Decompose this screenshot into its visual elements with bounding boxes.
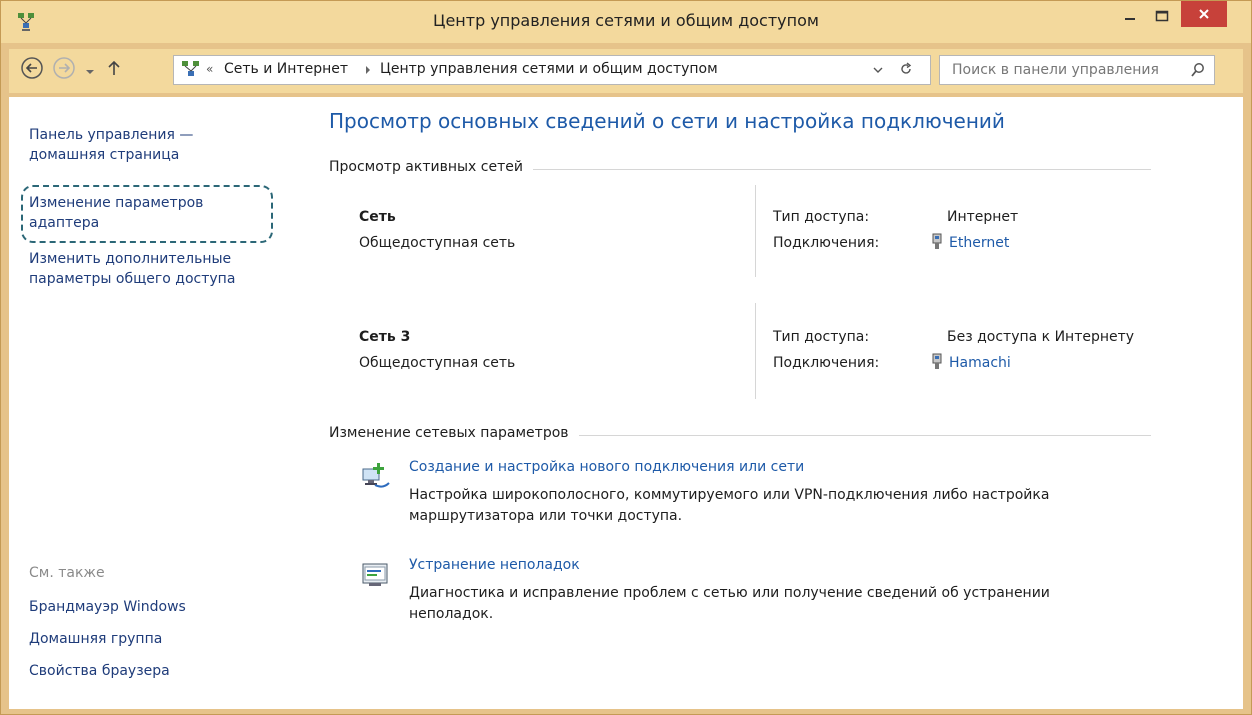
back-arrow-icon bbox=[20, 56, 44, 84]
task-description: Диагностика и исправление проблем с сеть… bbox=[409, 583, 1129, 625]
window-frame: Центр управления сетями и общим доступом bbox=[0, 0, 1252, 715]
page-title: Просмотр основных сведений о сети и наст… bbox=[329, 109, 1005, 133]
network-category: Общедоступная сеть bbox=[359, 355, 516, 371]
sidebar-link-firewall[interactable]: Брандмауэр Windows bbox=[29, 597, 186, 617]
up-button[interactable] bbox=[103, 57, 125, 83]
maximize-icon bbox=[1155, 7, 1169, 26]
sidebar-link-line: Панель управления — bbox=[29, 127, 194, 143]
close-button[interactable] bbox=[1181, 1, 1227, 27]
task-description-line: маршрутизатора или точки доступа. bbox=[409, 508, 683, 524]
sidebar-link-homegroup[interactable]: Домашняя группа bbox=[29, 629, 162, 649]
forward-arrow-icon bbox=[52, 56, 76, 84]
search-box[interactable] bbox=[939, 55, 1215, 85]
breadcrumb-chevron-icon[interactable] bbox=[364, 64, 372, 78]
address-history-button[interactable] bbox=[868, 60, 888, 80]
connection-link-ethernet[interactable]: Ethernet bbox=[949, 235, 1009, 251]
access-type-value: Без доступа к Интернету bbox=[947, 329, 1135, 345]
recent-locations-button[interactable] bbox=[81, 57, 99, 83]
close-icon bbox=[1198, 5, 1210, 24]
task-description-line: Диагностика и исправление проблем с сеть… bbox=[409, 585, 1050, 601]
window-title: Центр управления сетями и общим доступом bbox=[433, 11, 819, 30]
sidebar-link-browser-properties[interactable]: Свойства браузера bbox=[29, 661, 170, 681]
search-input[interactable] bbox=[952, 61, 1182, 79]
troubleshoot-icon bbox=[359, 559, 391, 591]
chevron-down-icon bbox=[873, 63, 883, 77]
content-area: Панель управления — домашняя страница Из… bbox=[9, 97, 1243, 709]
network-divider bbox=[755, 303, 756, 399]
network-category: Общедоступная сеть bbox=[359, 235, 516, 251]
sidebar-link-adapter-settings[interactable]: Изменение параметров адаптера bbox=[29, 193, 203, 233]
access-type-value: Интернет bbox=[947, 209, 1019, 225]
sidebar-link-advanced-sharing[interactable]: Изменить дополнительные параметры общего… bbox=[29, 249, 235, 289]
access-type-label: Тип доступа: bbox=[773, 329, 870, 345]
sidebar-link-line: домашняя страница bbox=[29, 147, 180, 163]
minimize-button[interactable] bbox=[1115, 1, 1145, 31]
network-name: Сеть 3 bbox=[359, 329, 411, 345]
connections-label: Подключения: bbox=[773, 355, 880, 371]
connections-label: Подключения: bbox=[773, 235, 880, 251]
sidebar-link-line: параметры общего доступа bbox=[29, 271, 236, 287]
ethernet-icon bbox=[931, 233, 943, 251]
refresh-icon bbox=[899, 61, 913, 79]
title-bar: Центр управления сетями и общим доступом bbox=[1, 1, 1251, 43]
task-description-line: Настройка широкополосного, коммутируемог… bbox=[409, 487, 1050, 503]
breadcrumb-overflow[interactable]: « bbox=[206, 62, 213, 76]
task-link-troubleshoot[interactable]: Устранение неполадок bbox=[409, 557, 580, 573]
up-arrow-icon bbox=[107, 60, 121, 80]
access-type-label: Тип доступа: bbox=[773, 209, 870, 225]
address-bar[interactable]: « Сеть и Интернет Центр управления сетям… bbox=[173, 55, 931, 85]
sidebar-link-line: Изменение параметров bbox=[29, 195, 204, 211]
connection-link-hamachi[interactable]: Hamachi bbox=[949, 355, 1011, 371]
network-name: Сеть bbox=[359, 209, 396, 225]
new-connection-icon bbox=[359, 461, 391, 493]
breadcrumb-item-network-center[interactable]: Центр управления сетями и общим доступом bbox=[380, 61, 718, 77]
chevron-down-icon bbox=[85, 61, 95, 80]
minimize-icon bbox=[1124, 7, 1136, 26]
task-description-line: неполадок. bbox=[409, 606, 494, 622]
ethernet-icon bbox=[931, 353, 943, 371]
sidebar-link-line: Изменить дополнительные bbox=[29, 251, 232, 267]
maximize-button[interactable] bbox=[1147, 1, 1177, 31]
back-button[interactable] bbox=[19, 57, 45, 83]
network-center-address-icon bbox=[180, 60, 202, 80]
refresh-button[interactable] bbox=[896, 60, 916, 80]
search-icon[interactable] bbox=[1190, 62, 1206, 78]
task-description: Настройка широкополосного, коммутируемог… bbox=[409, 485, 1129, 527]
navigation-bar: « Сеть и Интернет Центр управления сетям… bbox=[9, 49, 1243, 93]
forward-button[interactable] bbox=[51, 57, 77, 83]
network-divider bbox=[755, 185, 756, 277]
task-link-new-connection[interactable]: Создание и настройка нового подключения … bbox=[409, 459, 804, 475]
active-networks-header: Просмотр активных сетей bbox=[329, 159, 533, 175]
see-also-label: См. также bbox=[29, 565, 105, 581]
sidebar-link-control-panel-home[interactable]: Панель управления — домашняя страница bbox=[29, 125, 193, 165]
breadcrumb-item-network-internet[interactable]: Сеть и Интернет bbox=[224, 61, 348, 77]
sidebar-link-line: адаптера bbox=[29, 215, 100, 231]
change-settings-header: Изменение сетевых параметров bbox=[329, 425, 579, 441]
